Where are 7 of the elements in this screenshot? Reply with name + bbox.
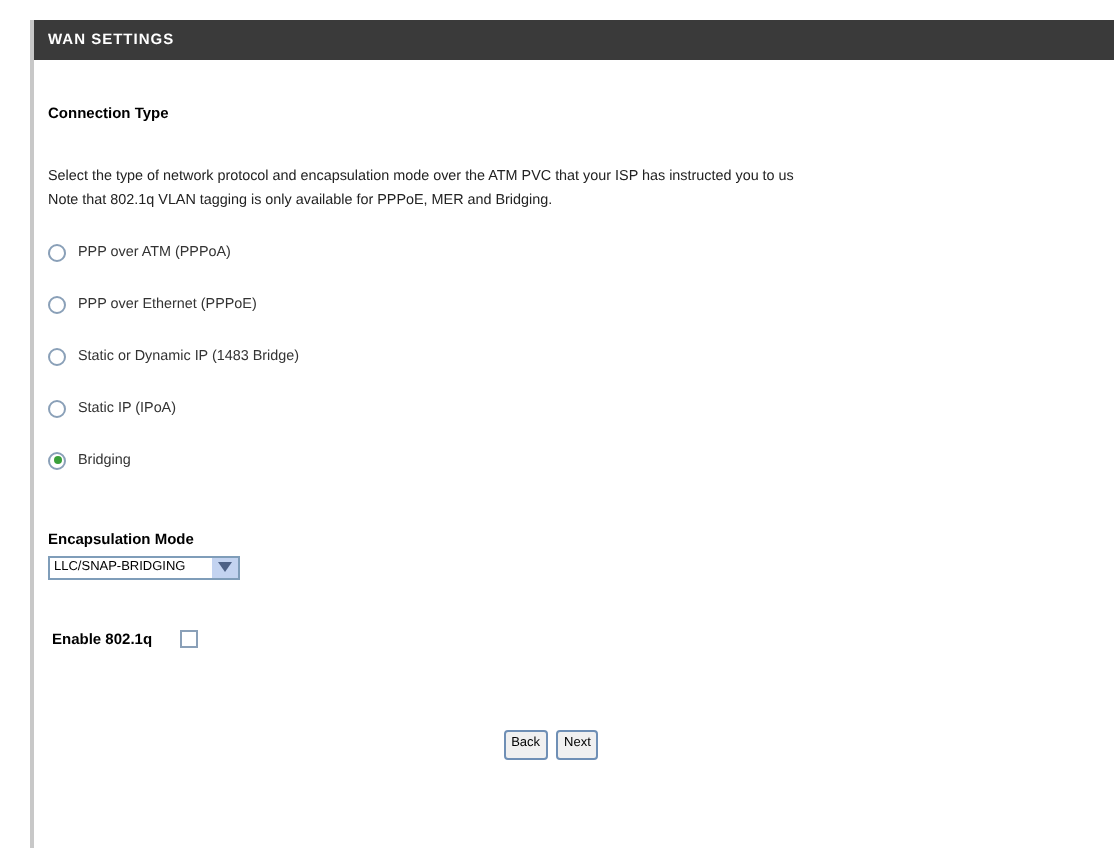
radio-button[interactable] <box>48 347 66 366</box>
radio-button[interactable] <box>48 243 66 262</box>
radio-button[interactable] <box>48 399 66 418</box>
dropdown-icon <box>212 557 238 577</box>
radio-button[interactable] <box>48 295 66 314</box>
radio-button[interactable] <box>48 451 66 470</box>
checkbox[interactable] <box>180 629 199 648</box>
